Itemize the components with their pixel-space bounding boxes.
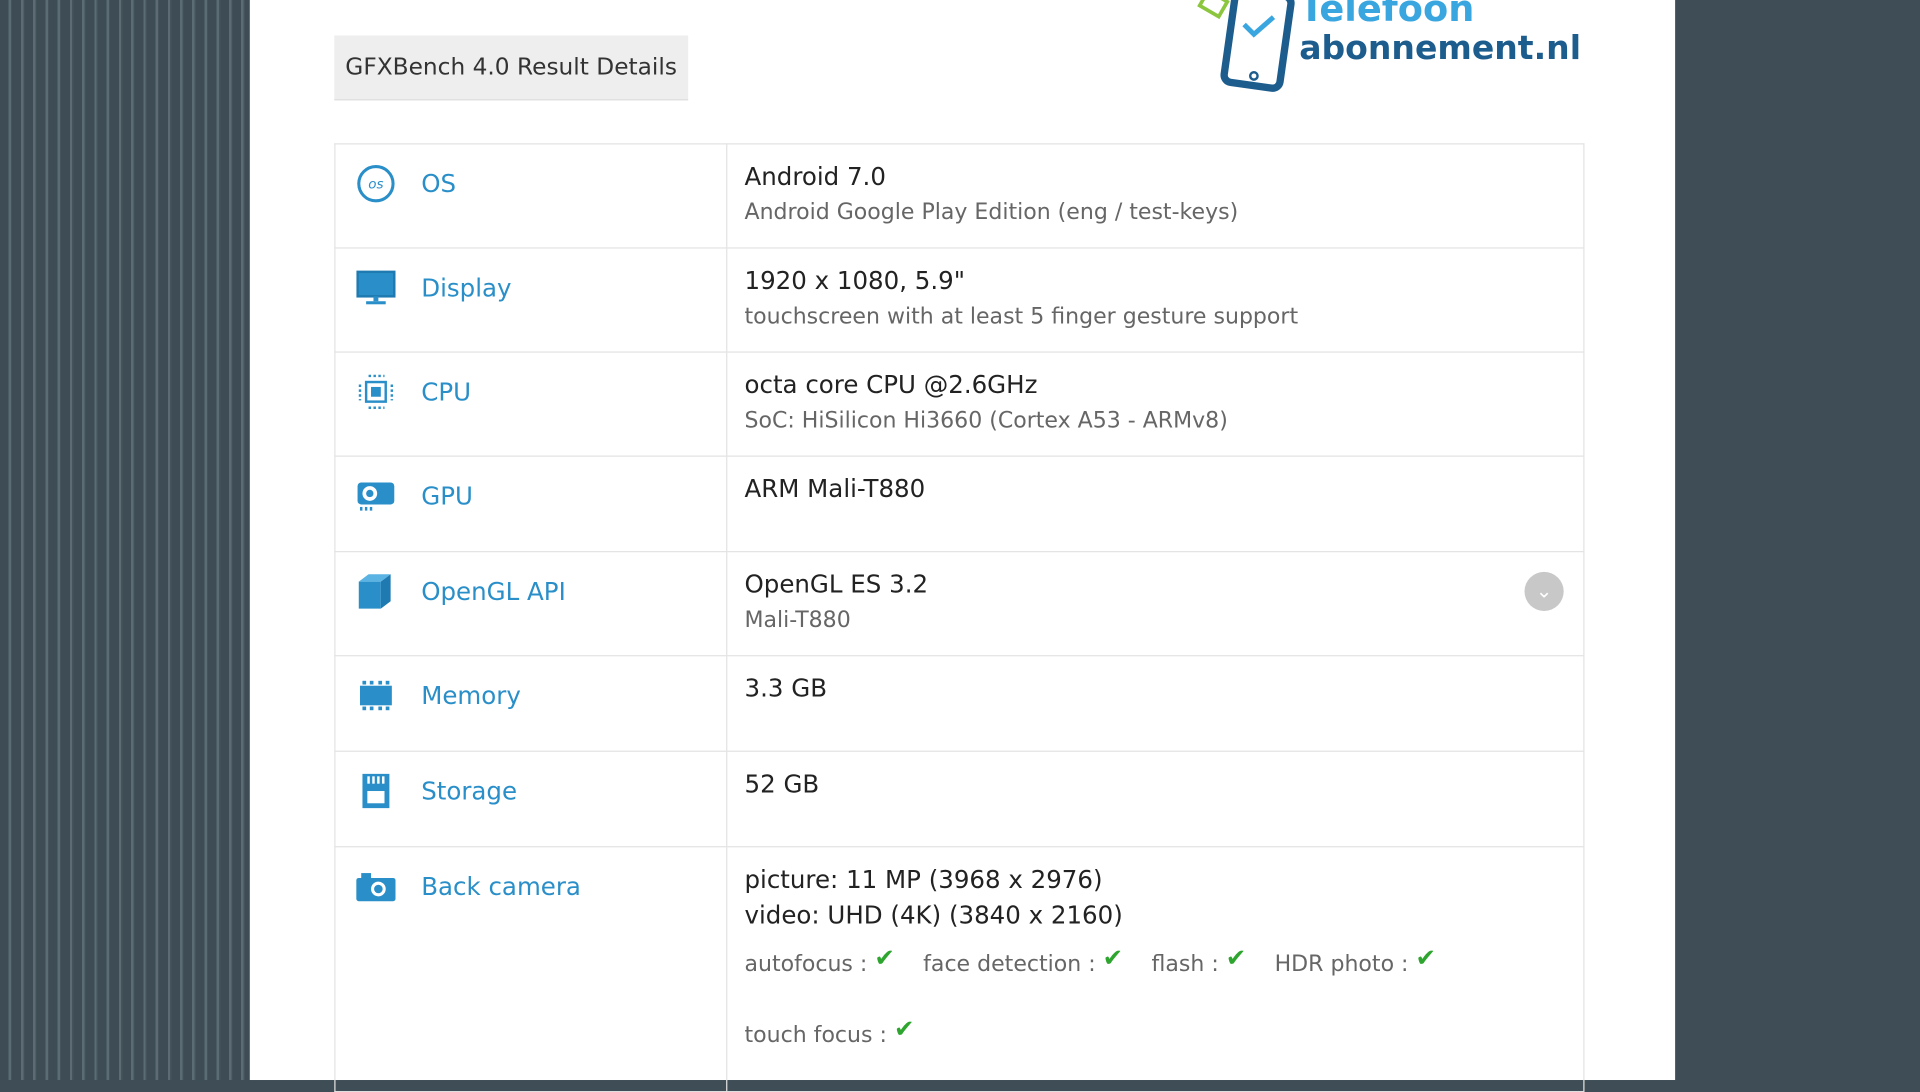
row-subvalue: Mali-T880 [744,607,851,634]
background-left [0,0,250,1081]
cube-icon [355,572,397,611]
background-right [1675,0,1920,1081]
logo-text-line1: Telefoon [1299,0,1475,31]
monitor-icon [355,268,397,307]
feature-flash: flash : ✔ [1151,942,1247,978]
row-value: Android 7.0 [744,161,886,192]
camera-icon [355,867,397,906]
result-page: GFXBench 4.0 Result Details Telefoon abo… [249,0,1676,1092]
feature-touch-focus: touch focus : ✔ [744,1013,915,1049]
table-row-storage: Storage 52 GB [334,750,1585,848]
row-subvalue: touchscreen with at least 5 finger gestu… [744,303,1299,330]
table-row-display: Display 1920 x 1080, 5.9" touchscreen wit… [334,247,1585,353]
row-label: Display [421,273,512,303]
row-label: Storage [421,776,518,806]
row-label: GPU [421,481,473,511]
feature-autofocus: autofocus : ✔ [744,942,895,978]
check-icon: ✔ [893,1013,915,1044]
os-icon: os [355,164,397,203]
table-row-back-camera: Back camera picture: 11 MP (3968 x 2976)… [334,846,1585,1092]
table-row-opengl: OpenGL API OpenGL ES 3.2 Mali-T880 ⌄ [334,551,1585,657]
row-label: Back camera [421,871,581,902]
feature-hdr-photo: HDR photo : ✔ [1274,942,1437,978]
row-value-picture: picture: 11 MP (3968 x 2976) [744,864,1103,894]
expand-chevron-button[interactable]: ⌄ [1524,571,1564,612]
check-icon: ✔ [874,942,895,973]
table-row-memory: Memory 3.3 GB [334,655,1585,752]
row-subvalue: Android Google Play Edition (eng / test-… [744,199,1239,226]
row-value: OpenGL ES 3.2 [744,569,929,599]
row-value: ARM Mali-T880 [744,473,926,504]
row-value: 52 GB [744,768,820,799]
row-value: 1920 x 1080, 5.9" [744,265,966,296]
logo-text-line2: abonnement.nl [1299,29,1582,68]
svg-text:os: os [368,178,383,193]
row-label: CPU [421,377,472,407]
table-row-cpu: CPU octa core CPU @2.6GHz SoC: HiSilicon … [334,351,1585,457]
check-icon: ✔ [1415,942,1437,973]
site-logo[interactable]: Telefoon abonnement.nl [1193,0,1585,98]
row-subvalue: SoC: HiSilicon Hi3660 (Cortex A53 - ARMv… [744,407,1228,434]
row-label: Memory [421,680,521,711]
row-label: OpenGL API [421,576,566,607]
gpu-icon [355,476,397,515]
feature-face-detection: face detection : ✔ [923,942,1124,978]
phone-logo-icon [1197,0,1295,92]
check-icon: ✔ [1102,942,1124,973]
chip-icon [355,372,397,411]
row-value-video: video: UHD (4K) (3840 x 2160) [744,900,1123,930]
row-value: octa core CPU @2.6GHz [744,369,1038,400]
details-table: os OS Android 7.0 Android Google Play Edit… [334,143,1585,1092]
check-icon: ✔ [1225,942,1247,973]
page-title: GFXBench 4.0 Result Details [334,35,689,101]
memory-icon [355,676,397,715]
table-row-os: os OS Android 7.0 Android Google Play Edit… [334,143,1585,249]
table-row-gpu: GPU ARM Mali-T880 [334,455,1585,553]
sd-card-icon [355,771,397,810]
row-label: OS [421,168,457,199]
row-value: 3.3 GB [744,673,828,703]
